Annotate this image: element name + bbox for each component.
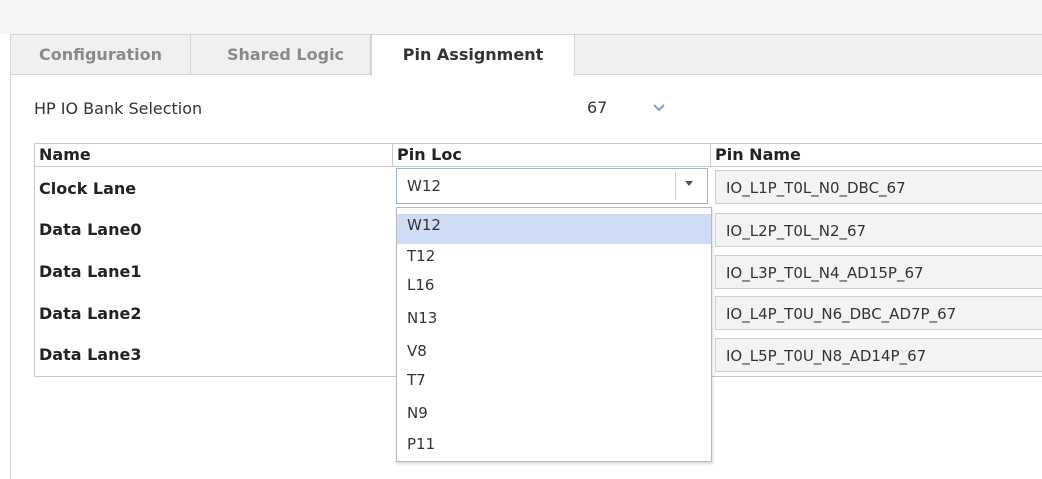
column-header-name: Name <box>35 144 393 166</box>
column-header-pin-loc: Pin Loc <box>393 144 711 166</box>
tab-pin-assignment[interactable]: Pin Assignment <box>371 35 575 76</box>
pin-name-data-lane1: IO_L3P_T0L_N4_AD15P_67 <box>715 255 1042 289</box>
dropdown-option-v8[interactable]: V8 <box>397 340 711 370</box>
row-name-data-lane0: Data Lane0 <box>39 220 142 239</box>
header-divider <box>35 166 1042 167</box>
dropdown-option-l16[interactable]: L16 <box>397 274 711 304</box>
top-strip <box>0 0 1042 34</box>
tab-shared-logic[interactable]: Shared Logic <box>201 35 371 75</box>
pin-name-data-lane2: IO_L4P_T0U_N6_DBC_AD7P_67 <box>715 296 1042 330</box>
pin-loc-dropdown-list: W12 T12 L16 N13 V8 T7 N9 P11 <box>396 207 712 462</box>
row-name-data-lane3: Data Lane3 <box>39 345 142 364</box>
pin-name-clock-lane: IO_L1P_T0L_N0_DBC_67 <box>715 170 1042 204</box>
dropdown-option-p11[interactable]: P11 <box>397 433 711 463</box>
tab-configuration[interactable]: Configuration <box>11 35 191 75</box>
dropdown-option-n13[interactable]: N13 <box>397 307 711 337</box>
bank-select[interactable]: 67 <box>573 87 681 127</box>
combo-separator <box>675 172 676 200</box>
bank-select-value: 67 <box>587 98 608 117</box>
dropdown-arrow-icon[interactable] <box>685 181 693 186</box>
row-name-clock-lane: Clock Lane <box>39 179 137 198</box>
dropdown-option-n9[interactable]: N9 <box>397 402 711 432</box>
row-name-data-lane2: Data Lane2 <box>39 304 142 323</box>
pin-loc-value: W12 <box>407 177 441 195</box>
dropdown-option-t7[interactable]: T7 <box>397 369 711 399</box>
pin-name-data-lane0: IO_L2P_T0L_N2_67 <box>715 213 1042 247</box>
row-name-data-lane1: Data Lane1 <box>39 262 142 281</box>
dropdown-option-w12[interactable]: W12 <box>397 214 711 244</box>
tab-bar: Configuration Shared Logic Pin Assignmen… <box>11 35 1042 76</box>
pin-name-data-lane3: IO_L5P_T0U_N8_AD14P_67 <box>715 338 1042 372</box>
column-header-pin-name: Pin Name <box>715 145 801 164</box>
pin-loc-combo-clock-lane[interactable]: W12 <box>396 168 708 204</box>
bank-selection-label: HP IO Bank Selection <box>34 99 203 118</box>
chevron-down-icon <box>653 104 665 112</box>
dropdown-option-t12[interactable]: T12 <box>397 245 711 275</box>
